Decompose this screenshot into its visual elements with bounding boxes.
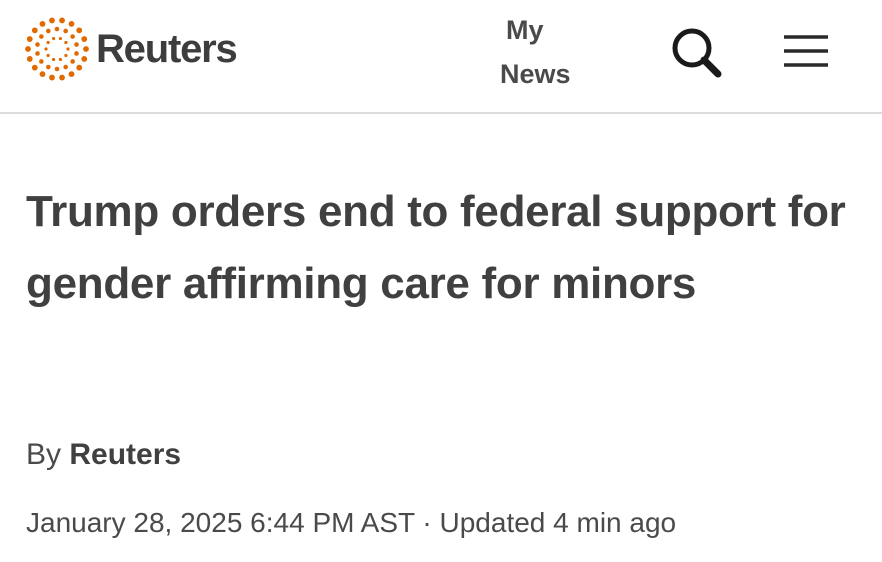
- logo-dot: [70, 59, 75, 64]
- search-icon: [672, 28, 722, 78]
- logo-dot: [59, 17, 65, 24]
- author-link[interactable]: Reuters: [69, 438, 181, 471]
- menu-button[interactable]: [778, 26, 834, 76]
- logo-dot: [64, 53, 68, 58]
- site-header: Reuters My News: [0, 0, 882, 114]
- reuters-logo-link[interactable]: Reuters: [24, 16, 238, 82]
- logo-dot: [63, 64, 68, 70]
- logo-dot: [39, 34, 44, 39]
- logo-dot: [58, 57, 63, 62]
- logo-dot: [54, 66, 60, 72]
- reuters-logo-icon: [25, 17, 89, 81]
- logo-dot: [68, 20, 75, 27]
- my-news-label-line2: News: [500, 59, 571, 89]
- logo-dot: [26, 36, 33, 42]
- logo-text: Reuters: [96, 26, 238, 71]
- logo-dot: [70, 34, 75, 39]
- logo-dot: [76, 27, 83, 34]
- logo-dot: [81, 56, 88, 62]
- logo-dot: [46, 53, 50, 58]
- logo-dot: [25, 46, 31, 52]
- article-dateline: January 28, 2025 6:44 PM AST · Updated 4…: [26, 507, 676, 539]
- article-byline: By Reuters: [26, 438, 181, 472]
- logo-dot: [74, 51, 79, 56]
- logo-dot: [31, 27, 38, 34]
- logo-dot: [46, 40, 50, 45]
- logo-dot: [39, 59, 44, 64]
- my-news-link[interactable]: My News: [500, 8, 590, 96]
- logo-dot: [35, 51, 40, 56]
- logo-dot: [63, 28, 68, 34]
- logo-dot: [64, 40, 68, 45]
- logo-dot: [35, 42, 40, 47]
- updated-time: Updated 4 min ago: [439, 507, 677, 538]
- byline-prefix: By: [26, 438, 70, 471]
- logo-dot: [76, 64, 83, 71]
- logo-dot: [31, 64, 38, 71]
- logo-dot: [83, 46, 89, 52]
- logo-dot: [52, 36, 56, 41]
- logo-dot: [39, 20, 46, 27]
- logo-dot: [46, 64, 51, 70]
- article-headline: Trump orders end to federal support for …: [26, 187, 846, 308]
- logo-dot: [39, 71, 46, 78]
- logo-dot: [49, 74, 55, 81]
- search-button[interactable]: [666, 22, 726, 82]
- logo-dot: [81, 36, 88, 42]
- hamburger-menu-icon: [784, 35, 828, 67]
- logo-dot: [68, 71, 75, 78]
- logo-dot: [74, 42, 79, 47]
- logo-dot: [46, 28, 51, 34]
- logo-dot: [54, 26, 60, 32]
- date-separator: ·: [414, 507, 440, 538]
- my-news-label-line1: My: [506, 15, 544, 45]
- logo-dot: [26, 56, 33, 62]
- logo-dot: [49, 17, 55, 24]
- logo-dot: [44, 47, 48, 51]
- logo-dot: [52, 57, 56, 62]
- logo-dot: [66, 47, 70, 51]
- logo-dot: [59, 74, 65, 81]
- publish-date: January 28, 2025 6:44 PM AST: [26, 507, 415, 538]
- logo-dot: [58, 36, 63, 41]
